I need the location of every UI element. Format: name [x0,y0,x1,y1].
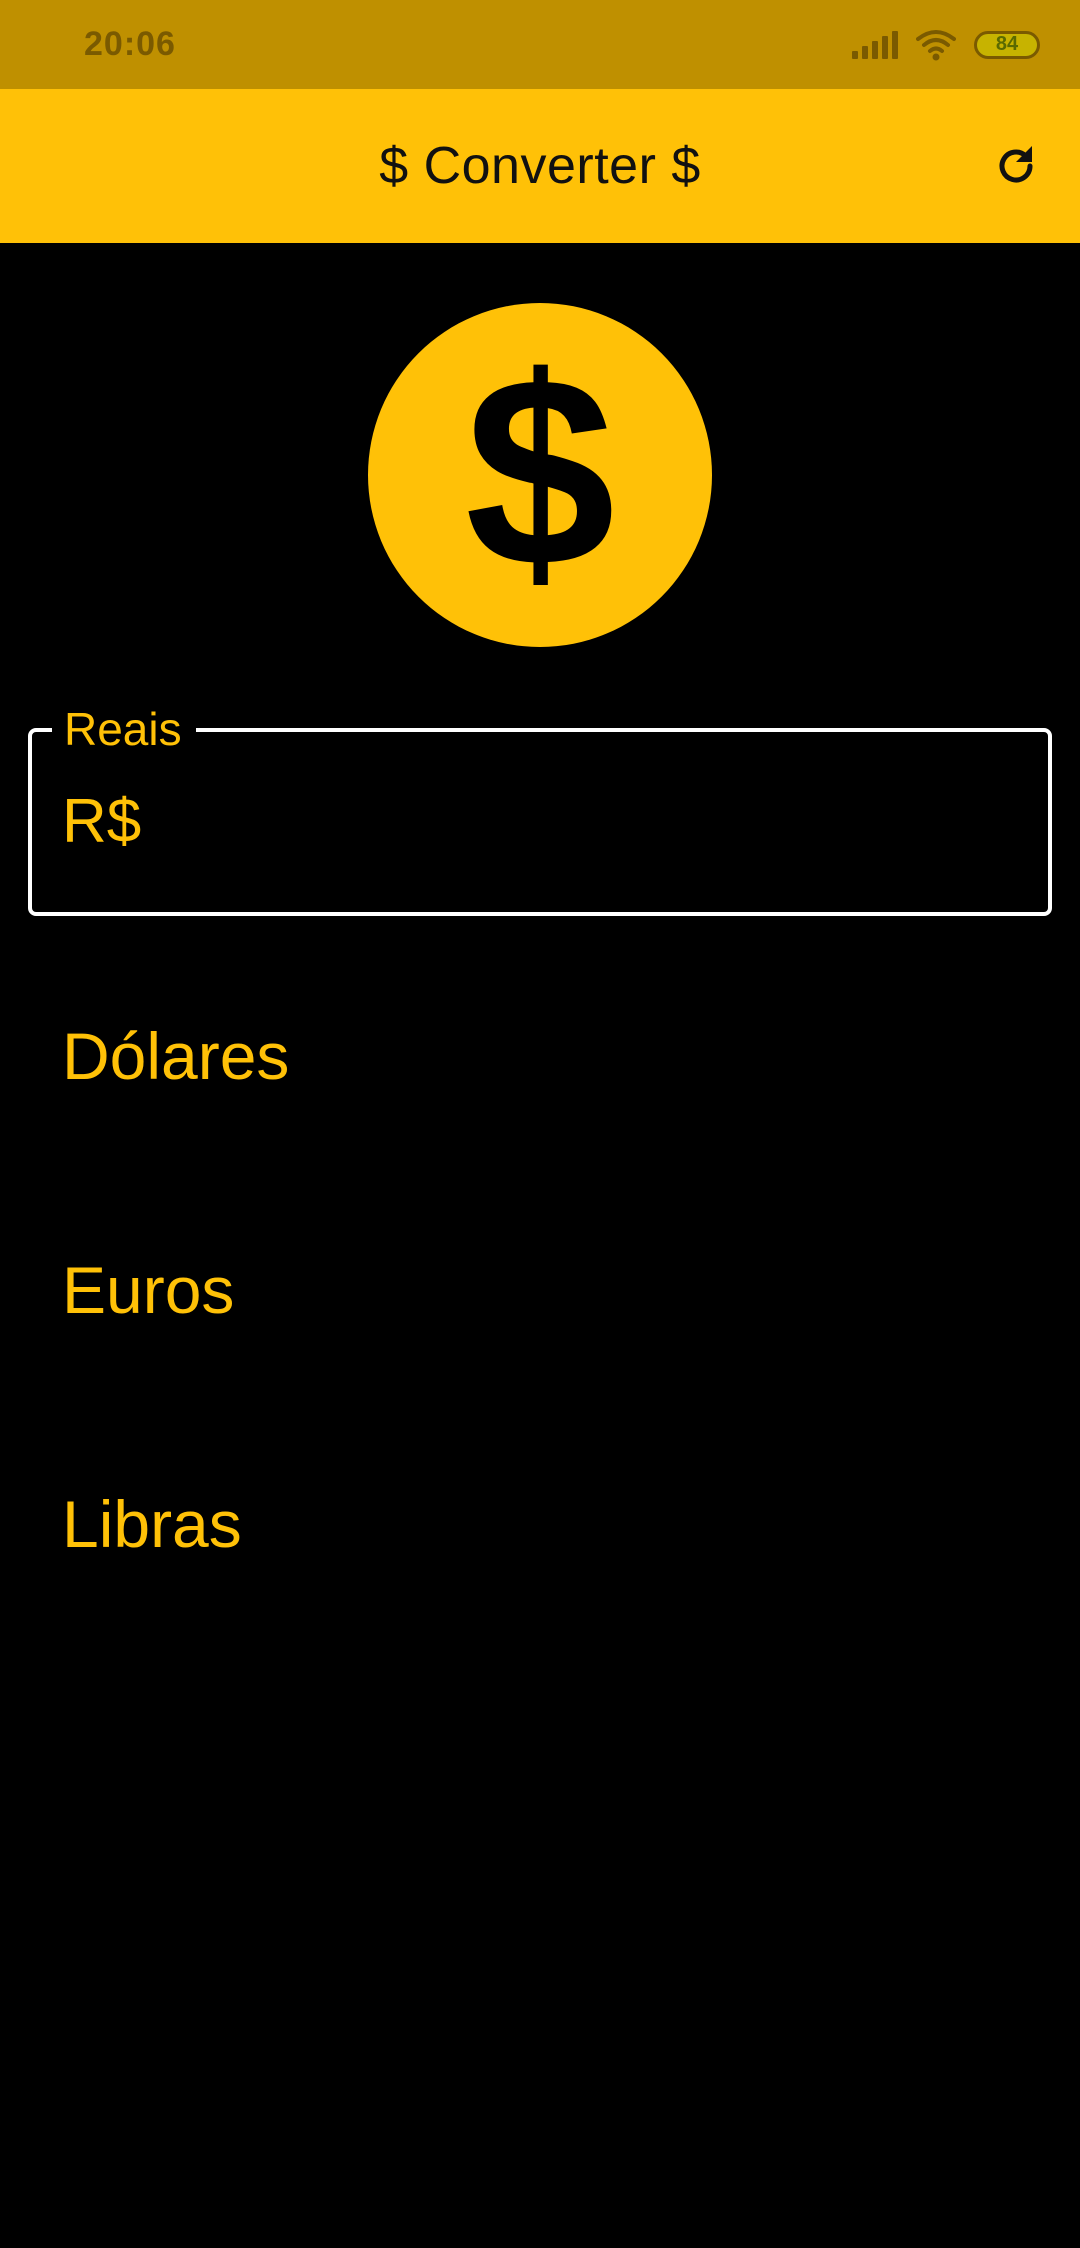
signal-icon [852,30,898,59]
refresh-icon [999,146,1033,183]
reais-prefix: R$ [62,787,142,856]
euros-label: Euros [62,1253,235,1327]
reais-input[interactable] [149,786,1028,857]
reais-field[interactable]: Reais R$ [28,706,1052,916]
status-icons: 84 [852,29,1040,61]
battery-level: 84 [995,33,1019,55]
dolares-label: Dólares [62,1019,290,1093]
app-bar: $ Converter $ [0,89,1080,243]
status-time: 20:06 [84,25,176,63]
reais-label: Reais [52,706,196,752]
libras-label: Libras [62,1487,242,1561]
libras-field[interactable]: Libras [62,1474,1052,1574]
euros-field[interactable]: Euros [62,1240,1052,1340]
money-icon: $ [368,303,712,647]
status-bar: 20:06 84 [0,0,1080,89]
refresh-button[interactable] [986,136,1046,196]
dolares-field[interactable]: Dólares [62,1006,1052,1106]
svg-text:$: $ [465,322,615,623]
battery-icon: 84 [974,30,1040,59]
app-title: $ Converter $ [379,137,701,195]
screen: 20:06 84 $ Converter $ $ Reais R$ Dólare… [0,0,1080,2248]
reais-input-row: R$ [62,786,1028,857]
wifi-icon [916,29,956,60]
